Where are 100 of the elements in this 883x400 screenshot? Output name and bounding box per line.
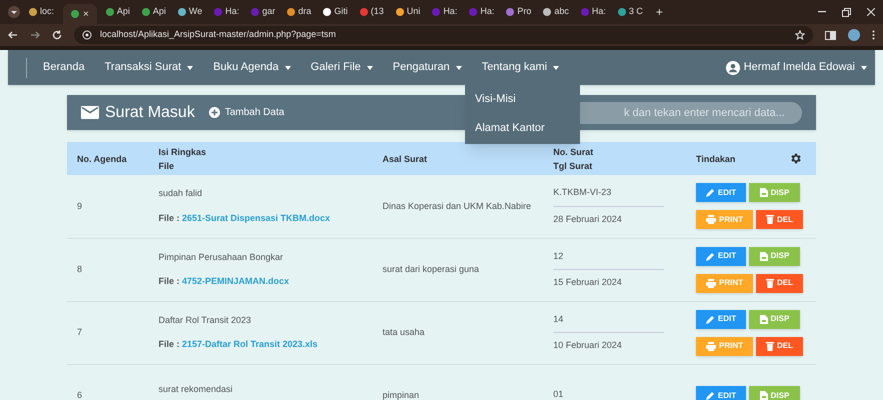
table-cell: 14 [553, 306, 664, 333]
browser-tab[interactable]: (13 [356, 5, 387, 19]
favicon-icon [469, 8, 478, 16]
favicon-icon [214, 8, 222, 16]
close-icon[interactable] [867, 8, 875, 16]
address-bar[interactable]: localhost/Aplikasi_ArsipSurat-master/admin.php?page=tsm [74, 26, 813, 44]
column-header: Isi Ringkas File [148, 142, 372, 175]
settings-icon[interactable] [789, 152, 802, 164]
file-line: File : 4752-PEMINJAMAN.docx [158, 275, 290, 288]
browser-tab[interactable]: Pro [503, 5, 534, 19]
reload-icon[interactable] [52, 30, 62, 40]
favicon-icon [580, 8, 589, 16]
summary-text: Pimpinan Perusahaan Bongkar [158, 250, 284, 264]
browser-tab[interactable]: Api [102, 5, 133, 19]
table-cell: Dinas Koperasi dan UKM Kab.Nabire [372, 175, 544, 238]
nav-menu-item[interactable]: Beranda [43, 59, 85, 76]
column-header: Asal Surat [372, 142, 544, 175]
browser-tab[interactable]: Ha: [429, 5, 460, 19]
favicon-icon [287, 8, 296, 16]
table-cell: 12 [553, 244, 664, 270]
column-header: No. Surat Tgl Surat [543, 142, 686, 175]
edit-button[interactable]: EDIT [696, 386, 746, 400]
table-cell: pimpinan [372, 364, 544, 400]
column-header: No. Agenda [67, 142, 148, 175]
pencil-icon [706, 314, 715, 324]
del-button[interactable]: DEL [756, 274, 803, 292]
table-cell: 6 [67, 364, 148, 400]
printer-icon [706, 215, 716, 224]
favicon-icon [432, 8, 440, 16]
favicon-icon [29, 8, 37, 16]
summary-text: surat rekomendasi [158, 383, 234, 396]
browser-tab[interactable]: Ha: [578, 5, 609, 19]
favicon-icon [323, 8, 332, 16]
del-button[interactable]: DEL [756, 336, 803, 356]
profile-avatar[interactable] [848, 29, 860, 41]
restore-icon[interactable] [842, 8, 851, 16]
tab-search-button[interactable] [8, 6, 20, 18]
file-icon [760, 314, 768, 324]
browser-tab[interactable]: abc [540, 5, 572, 19]
nav-menu-item[interactable]: Galeri File [310, 59, 373, 76]
pencil-icon [706, 391, 715, 400]
url-text: localhost/Aplikasi_ArsipSurat-master/admin.php?page=tsm [100, 28, 337, 42]
summary-text: Daftar Rol Transit 2023 [158, 314, 252, 326]
edit-button[interactable]: EDIT [696, 310, 746, 328]
add-data-button[interactable]: Tambah Data [208, 105, 284, 120]
printer-icon [706, 342, 716, 350]
favicon-icon [178, 8, 186, 16]
printer-icon [706, 278, 716, 288]
table-cell-text: 15 Februari 2024 [553, 276, 623, 289]
trash-icon [766, 342, 774, 350]
nav-menu-item[interactable]: Pengaturan [392, 59, 462, 76]
browser-tab[interactable]: Ha: [466, 5, 498, 19]
table-cell: K.TKBM-VI-23 [553, 180, 664, 207]
browser-tab[interactable]: Giti [320, 5, 351, 19]
trash-icon [766, 215, 774, 224]
browser-tab[interactable]: Uni [392, 5, 424, 19]
sidebar-icon[interactable] [825, 30, 836, 40]
table-cell-text: 10 Februari 2024 [553, 339, 623, 352]
table-cell: surat dari koperasi guna [372, 238, 544, 301]
summary-text: sudah falid [158, 187, 203, 200]
site-info-icon[interactable] [82, 30, 92, 40]
browser-tab[interactable]: gar [248, 5, 278, 19]
del-button[interactable]: DEL [756, 210, 803, 230]
file-icon [760, 188, 768, 198]
browser-tab[interactable]: dra [284, 5, 314, 19]
table-cell: tata usaha [372, 301, 544, 364]
edit-button[interactable]: EDIT [696, 246, 746, 266]
nav-menu-item[interactable]: Transaksi Surat [104, 59, 194, 76]
minimize-icon[interactable] [818, 11, 826, 13]
table-cell: 9 [67, 175, 148, 238]
star-icon[interactable] [795, 30, 805, 40]
file-icon [760, 391, 768, 400]
browser-tab[interactable]: We [174, 5, 206, 19]
browser-tab[interactable]: × [63, 4, 97, 24]
table-cell-text: 28 Februari 2024 [553, 212, 623, 226]
back-icon[interactable] [8, 30, 18, 40]
favicon-icon [106, 8, 114, 16]
favicon-icon [251, 8, 260, 16]
nav-menu-item[interactable]: Buku Agenda [213, 59, 291, 76]
user-icon [726, 60, 740, 74]
edit-button[interactable]: EDIT [696, 183, 746, 202]
browser-tab[interactable]: loc: [26, 5, 58, 19]
envelope-icon [81, 106, 99, 119]
panel-title: Surat Masuk [105, 102, 195, 122]
browser-tab[interactable]: Api [138, 5, 169, 19]
file-line: File : 2651-Surat Dispensasi TKBM.docx [158, 212, 332, 225]
forward-icon[interactable] [30, 30, 40, 40]
user-menu[interactable]: Hermaf Imelda Edowai [726, 59, 867, 76]
pencil-icon [706, 188, 715, 198]
favicon-icon [506, 8, 514, 16]
favicon-icon [618, 8, 626, 16]
favicon-icon [543, 8, 552, 16]
new-tab-button[interactable]: + [656, 3, 663, 21]
table-cell: 8 [67, 238, 148, 301]
column-header: Tindakan [686, 142, 816, 175]
browser-tab[interactable]: Ha: [211, 5, 242, 19]
browser-tab[interactable]: 3 C [614, 5, 646, 19]
pencil-icon [706, 252, 715, 260]
nav-menu-item[interactable]: Tentang kami [482, 59, 560, 76]
menu-icon[interactable] [872, 30, 875, 40]
